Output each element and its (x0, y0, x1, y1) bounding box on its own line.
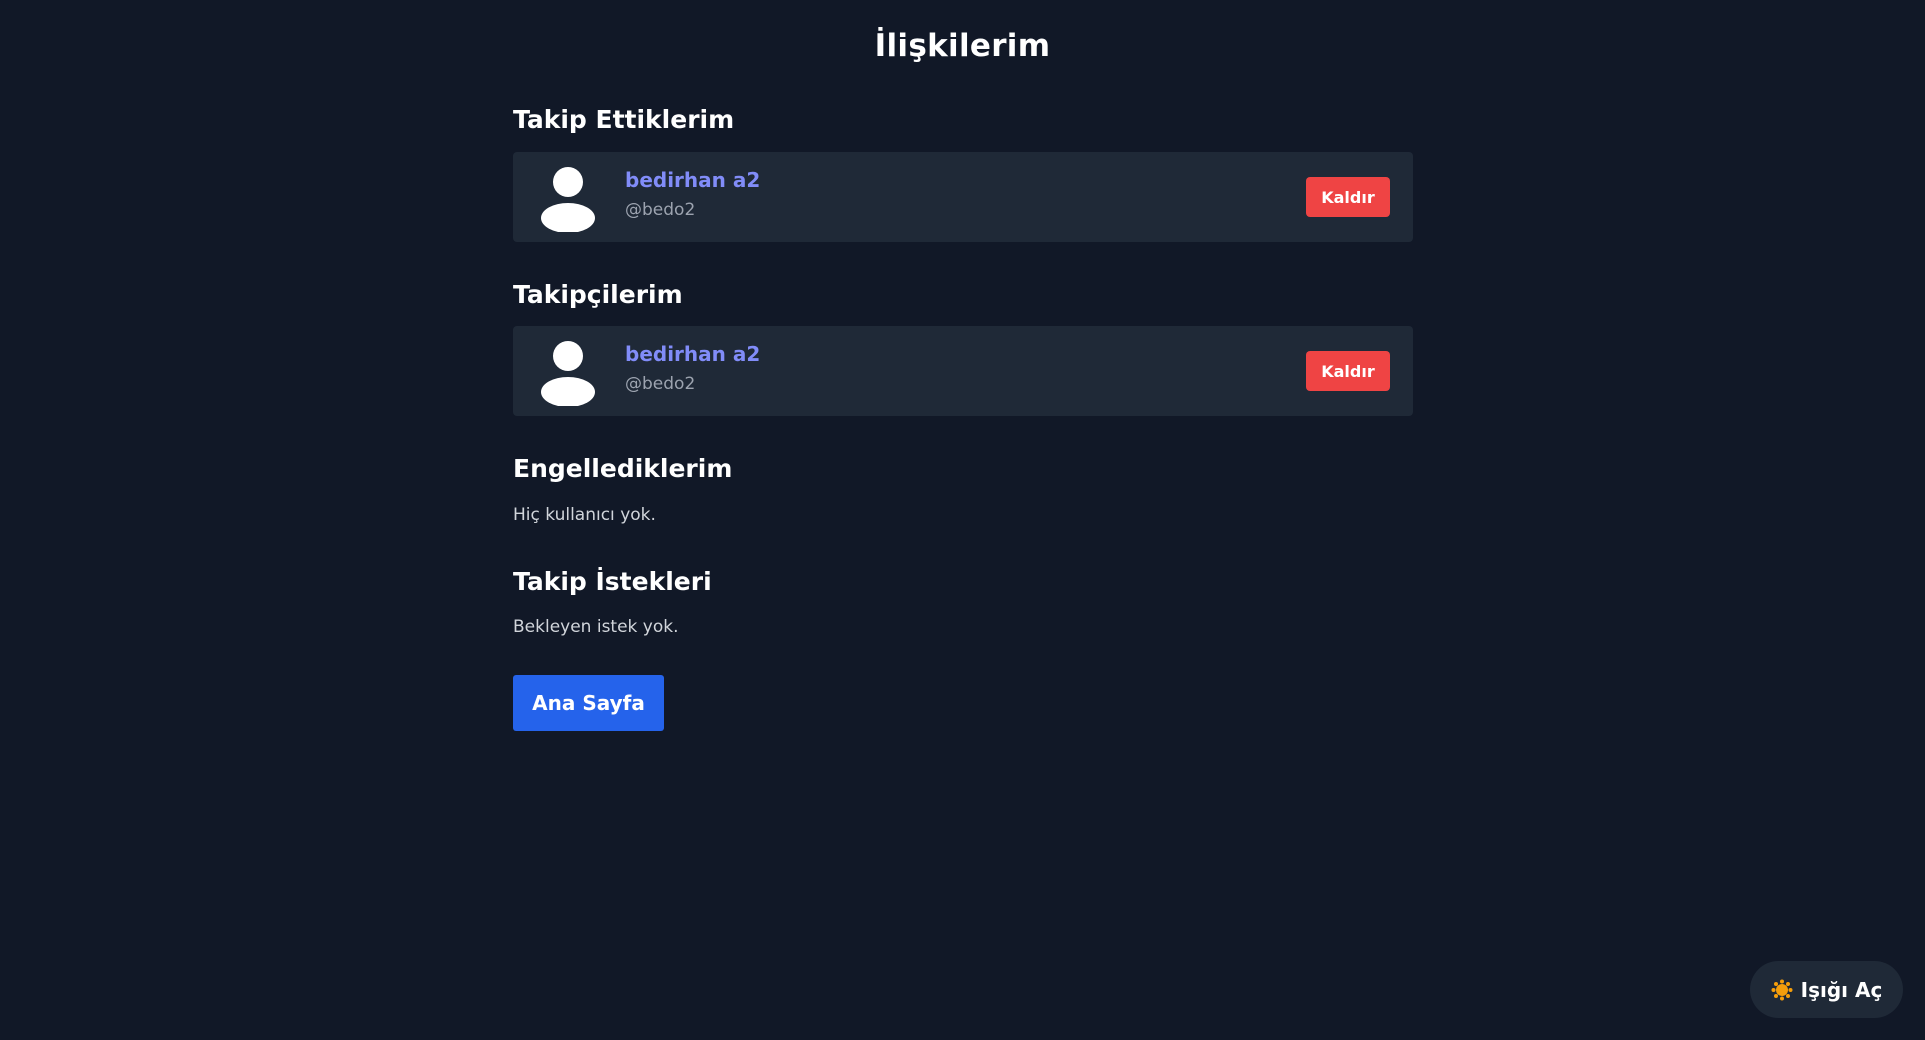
remove-following-button[interactable]: Kaldır (1306, 177, 1390, 217)
user-name-link[interactable]: bedirhan a2 (625, 341, 760, 367)
user-handle: @bedo2 (625, 374, 696, 394)
user-name-link[interactable]: bedirhan a2 (625, 167, 760, 193)
home-button[interactable]: Ana Sayfa (513, 675, 664, 731)
page-title: İlişkilerim (874, 28, 1051, 64)
requests-heading: Takip İstekleri (513, 567, 712, 596)
remove-follower-button[interactable]: Kaldır (1306, 351, 1390, 391)
follower-user-card: bedirhan a2 @bedo2 Kaldır (513, 326, 1413, 416)
blocked-empty-text: Hiç kullanıcı yok. (513, 505, 656, 525)
sun-icon (1771, 979, 1793, 1000)
theme-toggle-label: Işığı Aç (1800, 977, 1883, 1002)
theme-toggle-button[interactable]: Işığı Aç (1750, 961, 1903, 1018)
user-info: bedirhan a2 @bedo2 (625, 341, 760, 395)
user-avatar-icon (541, 341, 595, 406)
user-handle: @bedo2 (625, 200, 696, 220)
requests-empty-text: Bekleyen istek yok. (513, 617, 679, 637)
following-heading: Takip Ettiklerim (513, 105, 735, 134)
user-info: bedirhan a2 @bedo2 (625, 167, 760, 221)
user-avatar-icon (541, 167, 595, 232)
followers-heading: Takipçilerim (513, 280, 683, 309)
blocked-heading: Engellediklerim (513, 454, 733, 483)
following-user-card: bedirhan a2 @bedo2 Kaldır (513, 152, 1413, 242)
